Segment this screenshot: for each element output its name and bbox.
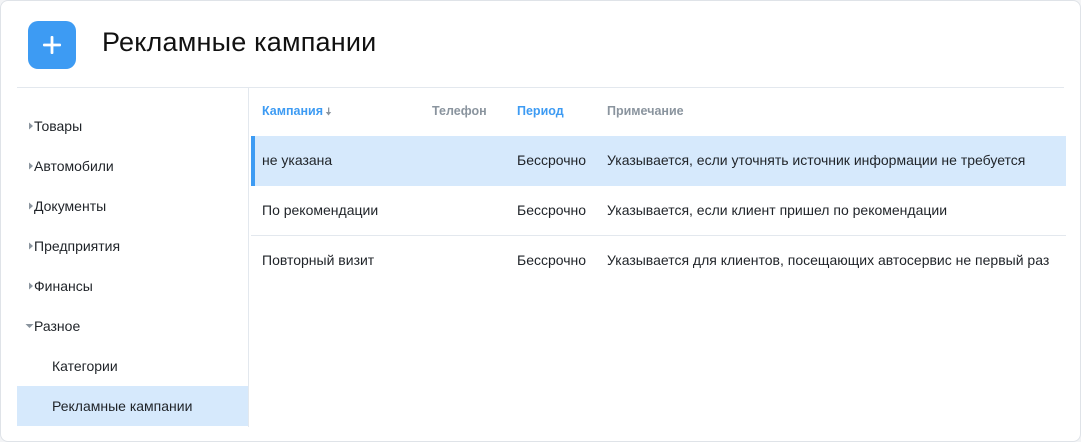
- campaigns-table: Кампания Телефон Период Примечание не ук…: [251, 88, 1066, 268]
- column-header-note[interactable]: Примечание: [607, 104, 684, 118]
- table-row[interactable]: не указана Бессрочно Указывается, если у…: [251, 136, 1066, 186]
- sidebar-item-avtomobili[interactable]: Автомобили: [17, 146, 248, 186]
- table-header: Кампания Телефон Период Примечание: [251, 88, 1066, 135]
- sort-desc-icon: [325, 105, 332, 119]
- sidebar-item-dokumenty[interactable]: Документы: [17, 186, 248, 226]
- sidebar-item-kategorii[interactable]: Категории: [17, 346, 248, 386]
- sidebar-item-label: Категории: [52, 358, 118, 374]
- chevron-right-icon: [17, 282, 34, 290]
- sidebar-item-reklamnye-kampanii[interactable]: Рекламные кампании: [17, 386, 248, 426]
- chevron-down-icon: [17, 323, 34, 329]
- cell-period: Бессрочно: [517, 152, 587, 168]
- cell-period: Бессрочно: [517, 202, 587, 218]
- app-window: Рекламные кампании Товары Автомобили Док…: [0, 0, 1081, 442]
- sidebar: Товары Автомобили Документы Предприятия …: [17, 88, 249, 427]
- sidebar-item-predpriyatiya[interactable]: Предприятия: [17, 226, 248, 266]
- cell-note: Указывается, если уточнять источник инфо…: [607, 152, 1026, 168]
- column-header-campaign[interactable]: Кампания: [262, 104, 332, 119]
- sidebar-item-label: Автомобили: [34, 158, 114, 174]
- sidebar-item-label: Финансы: [34, 278, 93, 294]
- column-label: Кампания: [262, 104, 324, 118]
- page-title: Рекламные кампании: [102, 27, 377, 57]
- cell-note: Указывается для клиентов, посещающих авт…: [607, 252, 1050, 268]
- chevron-right-icon: [17, 122, 34, 130]
- sidebar-item-label: Товары: [34, 118, 83, 134]
- cell-period: Бессрочно: [517, 252, 587, 268]
- page-header: Рекламные кампании: [1, 1, 1080, 87]
- cell-note: Указывается, если клиент пришел по реком…: [607, 202, 948, 218]
- chevron-right-icon: [17, 242, 34, 250]
- plus-icon: [41, 34, 63, 56]
- cell-campaign: По рекомендации: [262, 202, 379, 218]
- sidebar-item-label: Документы: [34, 198, 107, 214]
- chevron-right-icon: [17, 162, 34, 170]
- sidebar-item-raznoe[interactable]: Разное: [17, 306, 248, 346]
- sidebar-item-finansy[interactable]: Финансы: [17, 266, 248, 306]
- chevron-right-icon: [17, 202, 34, 210]
- table-row[interactable]: Повторный визит Бессрочно Указывается дл…: [251, 236, 1066, 286]
- column-header-phone[interactable]: Телефон: [432, 104, 487, 118]
- sidebar-item-label: Предприятия: [34, 238, 121, 254]
- sidebar-item-label: Разное: [34, 318, 81, 334]
- column-header-period[interactable]: Период: [517, 104, 564, 118]
- add-button[interactable]: [28, 21, 76, 69]
- cell-campaign: не указана: [262, 152, 333, 168]
- table-row[interactable]: По рекомендации Бессрочно Указывается, е…: [251, 186, 1066, 236]
- sidebar-item-tovary[interactable]: Товары: [17, 106, 248, 146]
- sidebar-item-label: Рекламные кампании: [52, 398, 193, 414]
- cell-campaign: Повторный визит: [262, 252, 375, 268]
